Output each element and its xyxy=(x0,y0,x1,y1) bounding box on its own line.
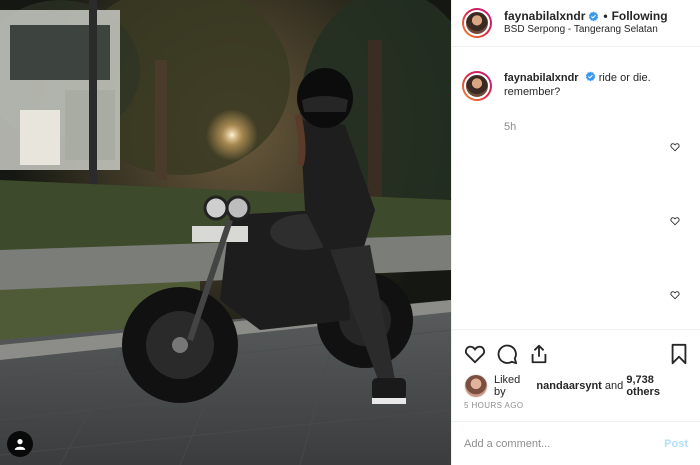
post-header: faynabilalxndr • Following BSD Serpong -… xyxy=(452,0,700,47)
user-tag-icon xyxy=(14,439,26,450)
caption-username[interactable]: faynabilalxndr xyxy=(504,72,579,84)
comment-input[interactable] xyxy=(464,437,665,450)
comment-button[interactable] xyxy=(496,343,518,365)
comment-like-button[interactable] xyxy=(670,213,680,226)
share-button[interactable] xyxy=(528,343,550,365)
heart-icon xyxy=(670,143,680,152)
heart-icon xyxy=(465,345,485,364)
liker-username[interactable]: nandaarsynt xyxy=(536,380,601,392)
action-bar xyxy=(452,329,700,377)
post-photo[interactable] xyxy=(0,0,451,465)
location-link[interactable]: BSD Serpong - Tangerang Selatan xyxy=(504,23,668,37)
tag-people-button[interactable] xyxy=(7,431,33,457)
save-button[interactable] xyxy=(668,343,690,365)
caption-text-line1: ride or die. xyxy=(598,72,651,84)
comment-icon xyxy=(497,344,518,364)
post-age[interactable]: 5 HOURS AGO xyxy=(452,395,700,421)
add-comment-row: Post xyxy=(452,421,700,465)
post-comment-button[interactable]: Post xyxy=(664,438,688,450)
bookmark-icon xyxy=(671,343,687,365)
heart-icon xyxy=(670,291,680,300)
post-side-panel: faynabilalxndr • Following BSD Serpong -… xyxy=(451,0,700,465)
verified-badge-icon xyxy=(585,71,595,82)
comments-area[interactable]: faynabilalxndr ride or die. remember? 5h xyxy=(452,47,700,329)
motorcycle-night-photo xyxy=(0,0,451,465)
likes-and: and xyxy=(604,380,624,392)
caption-timestamp[interactable]: 5h xyxy=(504,121,690,133)
caption-text-line2: remember? xyxy=(504,86,561,98)
likes-summary: Liked by nandaarsynt and 9,738 others xyxy=(452,374,700,398)
like-button[interactable] xyxy=(464,343,486,365)
separator-dot: • xyxy=(603,9,608,23)
author-username[interactable]: faynabilalxndr xyxy=(504,9,585,23)
comment-like-button[interactable] xyxy=(670,287,680,300)
heart-icon xyxy=(670,217,680,226)
instagram-post: faynabilalxndr • Following BSD Serpong -… xyxy=(0,0,700,465)
verified-badge-icon xyxy=(589,10,599,21)
caption: faynabilalxndr ride or die. remember? xyxy=(462,71,690,101)
caption-author-avatar[interactable] xyxy=(462,71,492,101)
comment-like-button[interactable] xyxy=(670,139,680,152)
author-avatar[interactable] xyxy=(462,8,492,38)
share-icon xyxy=(531,344,547,363)
following-button[interactable]: Following xyxy=(612,9,668,23)
